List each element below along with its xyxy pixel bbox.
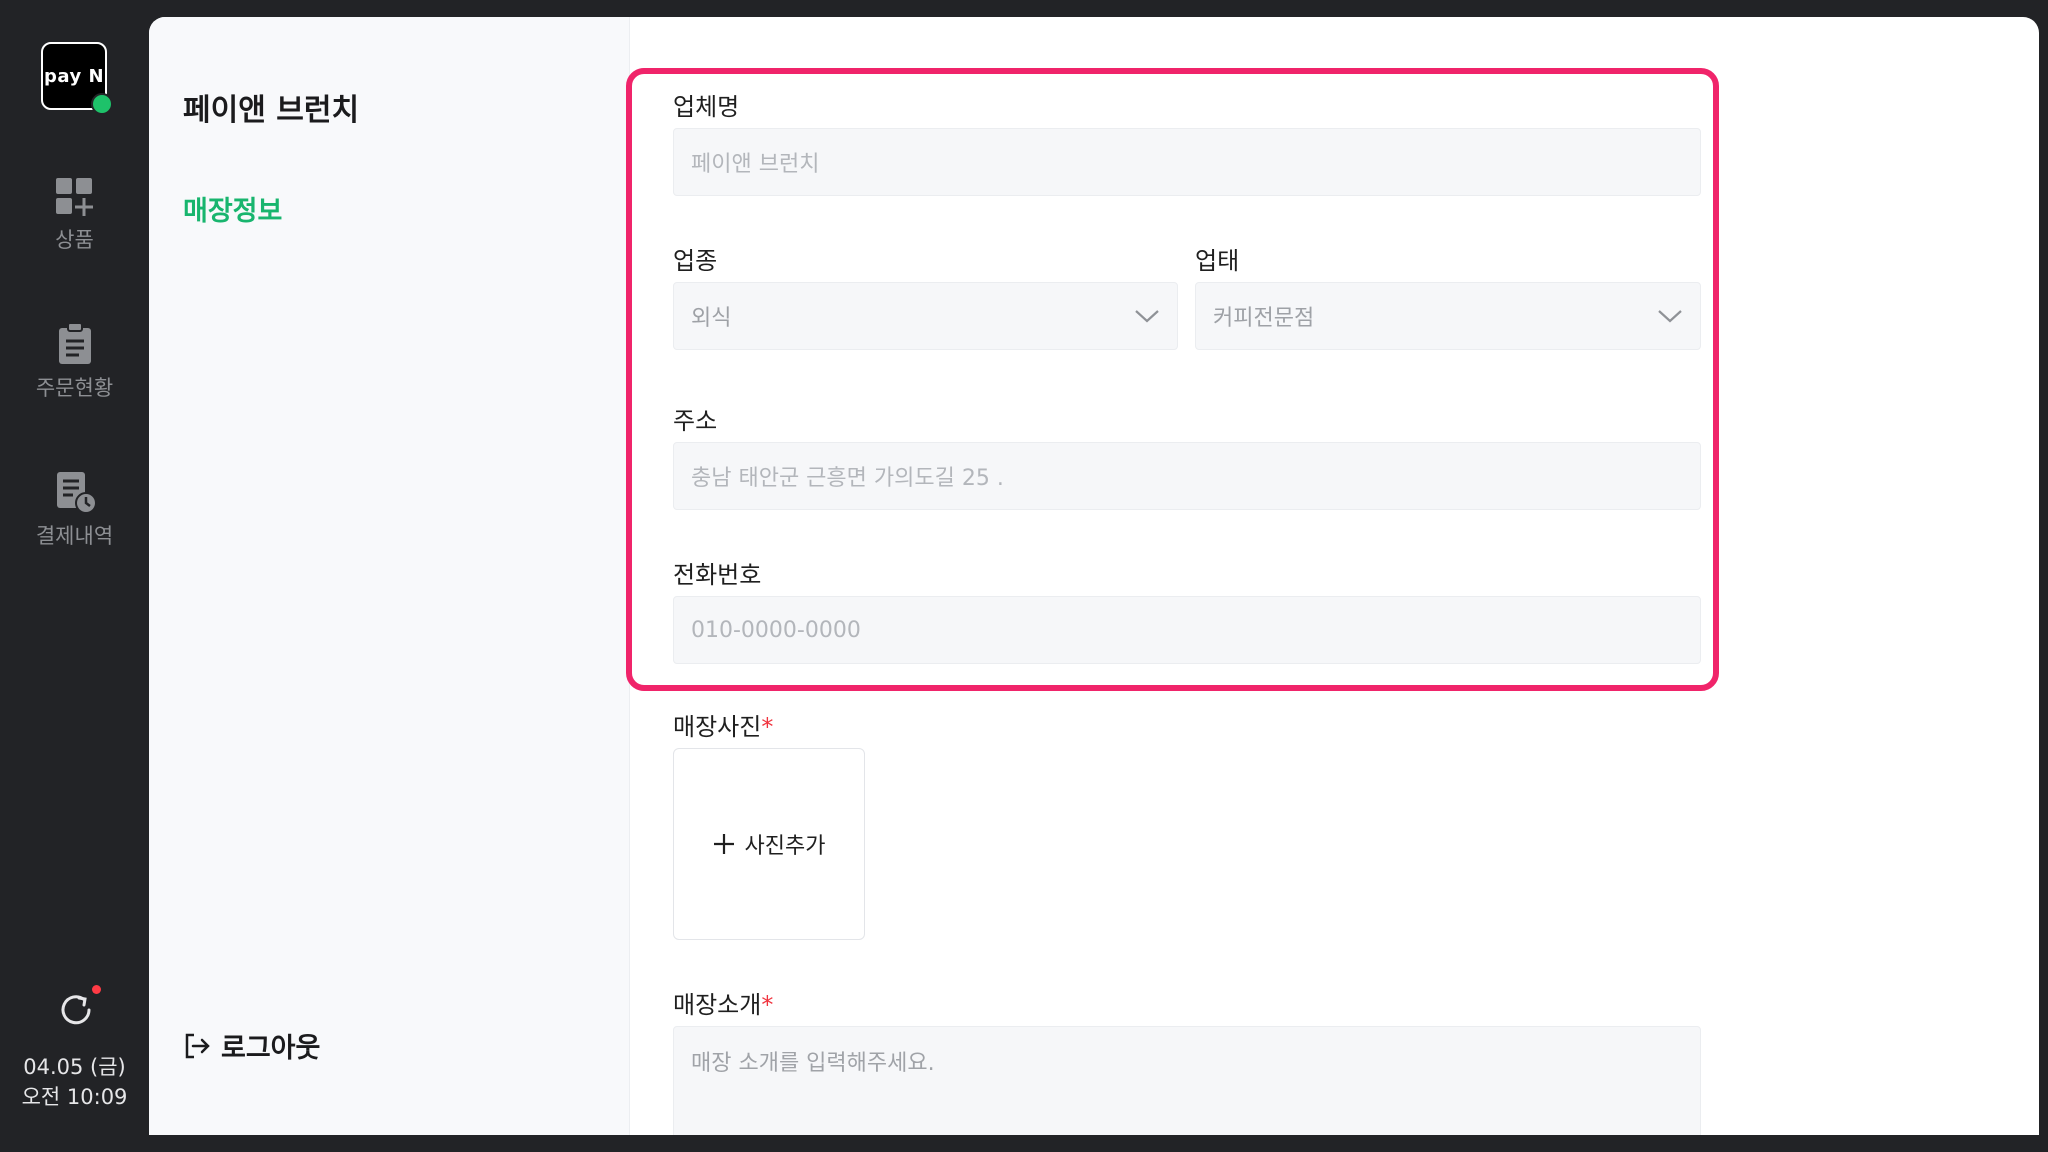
address-placeholder: 충남 태안군 근흥면 가의도길 25 . — [691, 466, 1004, 491]
add-photo-button[interactable]: 사진추가 — [673, 748, 865, 940]
required-mark: * — [761, 991, 774, 1019]
address-label: 주소 — [673, 407, 718, 435]
store-photo-label-text: 매장사진 — [673, 713, 762, 741]
app-logo-text: pay N — [43, 65, 105, 87]
industry-select[interactable]: 외식 — [673, 282, 1178, 350]
store-name: 페이앤 브런치 — [183, 93, 360, 128]
logout-label: 로그아웃 — [221, 1033, 321, 1064]
clipboard-icon — [58, 322, 91, 364]
rail-item-label: 결제내역 — [35, 524, 114, 548]
store-intro-label-text: 매장소개 — [673, 991, 762, 1019]
store-intro-textarea[interactable]: 매장 소개를 입력해주세요. — [673, 1026, 1701, 1135]
chevron-down-icon — [1135, 310, 1159, 323]
rail-item-products[interactable]: 상품 — [0, 176, 149, 254]
phone-field[interactable]: 010-0000-0000 — [673, 596, 1701, 664]
phone-placeholder: 010-0000-0000 — [691, 617, 861, 643]
plus-icon — [713, 834, 734, 854]
store-photo-label: 매장사진* — [673, 707, 773, 742]
business-name-label: 업체명 — [673, 93, 740, 121]
store-intro-label: 매장소개* — [673, 985, 773, 1020]
refresh-icon[interactable] — [56, 990, 96, 1030]
rail-item-payments[interactable]: 결제내역 — [0, 470, 149, 550]
logout-icon — [185, 1033, 210, 1058]
online-status-dot — [91, 93, 113, 115]
business-type-label: 업태 — [1195, 247, 1240, 275]
address-field[interactable]: 충남 태안군 근흥면 가의도길 25 . — [673, 442, 1701, 510]
required-mark: * — [761, 713, 774, 741]
nav-rail: pay N 상품 주문현황 결제내역 04.05 (금) 오전 10:09 — [0, 0, 149, 1152]
business-type-select[interactable]: 커피전문점 — [1195, 282, 1701, 350]
add-photo-label: 사진추가 — [744, 834, 826, 859]
business-name-field[interactable]: 페이앤 브런치 — [673, 128, 1701, 196]
rail-item-label: 주문현황 — [35, 376, 114, 400]
rail-item-label: 상품 — [55, 228, 94, 252]
industry-value: 외식 — [691, 306, 732, 331]
sidebar-item-store-info[interactable]: 매장정보 — [183, 189, 282, 228]
main-panel: 페이앤 브런치 매장정보 로그아웃 업체명 페이앤 브런치 업종 외식 업태 커… — [149, 17, 2039, 1135]
rail-item-orders[interactable]: 주문현황 — [0, 322, 149, 402]
business-name-placeholder: 페이앤 브런치 — [691, 152, 820, 177]
current-date: 04.05 (금) — [23, 1055, 126, 1079]
store-intro-placeholder: 매장 소개를 입력해주세요. — [691, 1051, 935, 1076]
receipt-clock-icon — [56, 472, 97, 514]
industry-label: 업종 — [673, 247, 718, 275]
app-logo[interactable]: pay N — [41, 42, 113, 115]
current-time: 오전 10:09 — [21, 1085, 128, 1109]
phone-label: 전화번호 — [673, 561, 762, 589]
chevron-down-icon — [1658, 310, 1682, 323]
sync-alert-dot — [92, 985, 101, 994]
settings-sidebar: 페이앤 브런치 매장정보 로그아웃 — [149, 17, 630, 1135]
business-type-value: 커피전문점 — [1213, 306, 1315, 331]
product-grid-add-icon — [55, 178, 93, 216]
logout-button[interactable]: 로그아웃 — [183, 1026, 320, 1065]
